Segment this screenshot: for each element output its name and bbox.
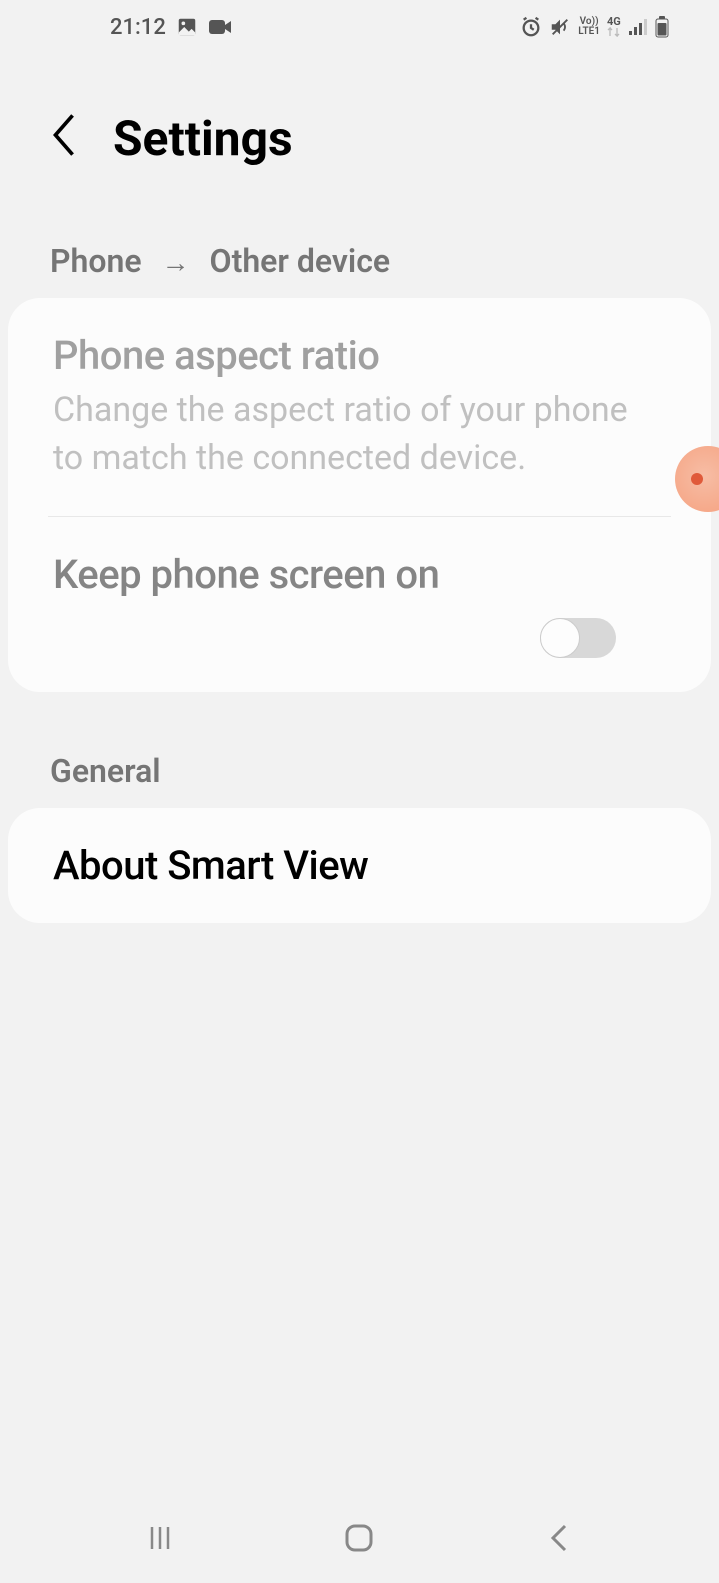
status-left: 21:12 — [110, 15, 232, 40]
toggle-knob — [540, 618, 580, 658]
setting-title: Keep phone screen on — [53, 551, 666, 598]
nav-recents-button[interactable] — [130, 1508, 190, 1568]
card-phone-device: Phone aspect ratio Change the aspect rat… — [8, 298, 711, 692]
status-time: 21:12 — [110, 15, 166, 40]
nav-home-button[interactable] — [329, 1508, 389, 1568]
section-label-general: General — [0, 692, 719, 808]
setting-subtitle: Change the aspect ratio of your phone to… — [53, 387, 666, 482]
network-type: 4G — [607, 16, 621, 39]
arrow-right-icon: → — [150, 246, 202, 279]
setting-about-smart-view[interactable]: About Smart View — [8, 808, 711, 923]
card-general: About Smart View — [8, 808, 711, 923]
navigation-bar — [0, 1493, 719, 1583]
signal-icon — [628, 18, 648, 36]
status-right: Vo))LTE1 4G — [520, 16, 699, 39]
page-title: Settings — [113, 110, 293, 167]
volte-icon: Vo))LTE1 — [578, 17, 600, 37]
header: Settings — [0, 50, 719, 207]
nav-back-button[interactable] — [529, 1508, 589, 1568]
back-button[interactable] — [50, 113, 78, 164]
mute-icon — [549, 16, 571, 38]
picture-icon — [176, 16, 198, 38]
setting-keep-screen-on[interactable]: Keep phone screen on — [8, 517, 711, 692]
setting-title: About Smart View — [53, 842, 666, 889]
status-bar: 21:12 Vo))LTE1 4G — [0, 0, 719, 50]
setting-phone-aspect-ratio[interactable]: Phone aspect ratio Change the aspect rat… — [8, 298, 711, 516]
alarm-icon — [520, 16, 542, 38]
battery-icon — [655, 16, 669, 38]
video-icon — [208, 16, 232, 38]
section-label-phone-device: Phone → Other device — [0, 207, 719, 298]
setting-title: Phone aspect ratio — [53, 332, 666, 379]
toggle-keep-screen-on[interactable] — [540, 618, 616, 658]
